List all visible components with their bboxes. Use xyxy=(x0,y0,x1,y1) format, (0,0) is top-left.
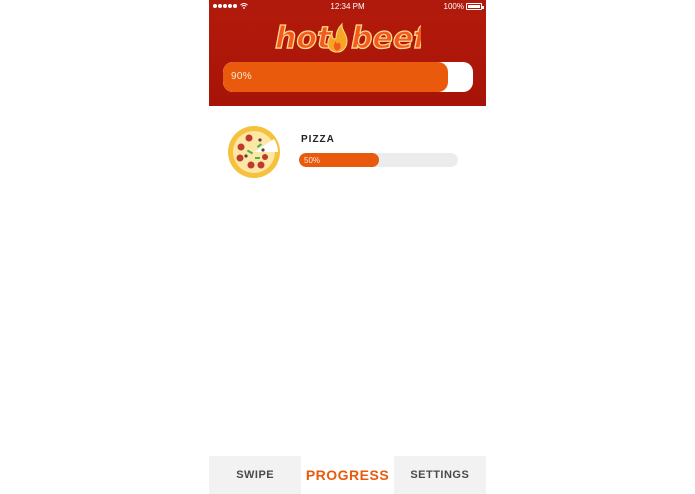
list-item-pizza[interactable]: PIZZA 50% xyxy=(209,120,486,184)
pizza-icon xyxy=(228,126,280,178)
tab-swipe[interactable]: SWIPE xyxy=(209,456,302,494)
battery-icon xyxy=(466,3,484,10)
item-progress-label: 50% xyxy=(304,155,321,165)
item-progress-bar: 50% xyxy=(299,153,458,167)
overall-progress-fill xyxy=(223,62,448,92)
tab-settings[interactable]: SETTINGS xyxy=(393,456,486,494)
logo-text-beef: beef xyxy=(351,21,421,56)
status-bar: 12:34 PM 100% xyxy=(209,0,486,14)
tab-bar: SWIPE PROGRESS SETTINGS xyxy=(209,456,486,494)
hot-beef-logo: hot beef xyxy=(275,20,421,56)
overall-progress-bar: 90% xyxy=(223,62,473,92)
app-screen: 12:34 PM 100% hot beef 90% PIZZA 50% SWI… xyxy=(209,0,486,494)
item-name: PIZZA xyxy=(301,134,335,145)
battery-percent: 100% xyxy=(443,2,464,11)
tab-progress[interactable]: PROGRESS xyxy=(301,456,394,494)
battery-indicator: 100% xyxy=(443,2,484,11)
logo-text-hot: hot xyxy=(275,21,333,56)
app-header: hot beef 90% xyxy=(209,14,486,106)
overall-progress-label: 90% xyxy=(231,71,252,82)
